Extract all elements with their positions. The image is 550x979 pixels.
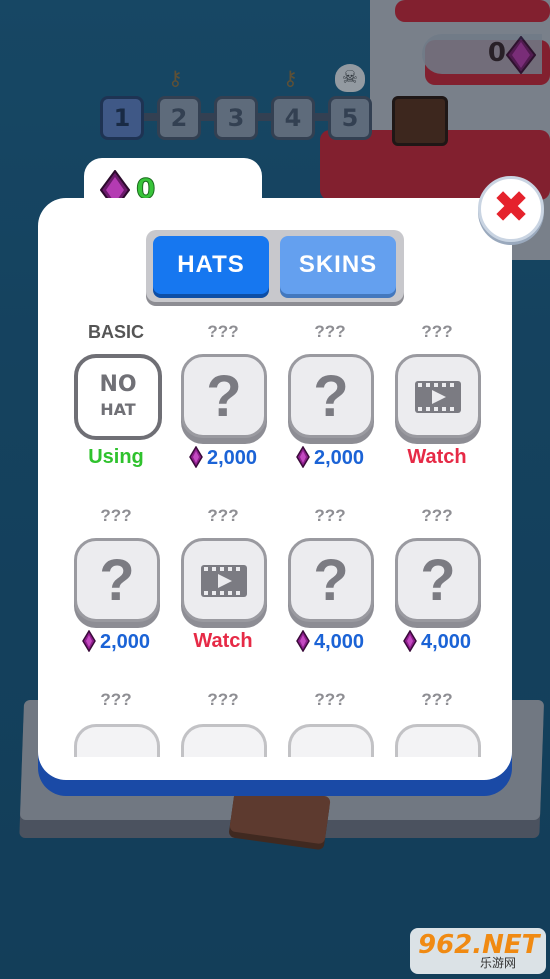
hat-item-price: 4,000: [272, 629, 388, 658]
shop-panel: HATS SKINS BASIC NO HAT Using???? 2,000???? 2…: [38, 198, 512, 780]
hat-item-box[interactable]: [395, 354, 481, 438]
gem-icon: [82, 629, 96, 658]
hat-item[interactable]: BASIC NO HAT Using: [66, 318, 166, 488]
hat-item-name: ???: [314, 322, 346, 341]
hat-item-name: ???: [314, 506, 346, 525]
hat-item[interactable]: ???: [387, 686, 487, 780]
hat-item-name: ???: [100, 690, 132, 709]
price-value: 2,000: [99, 631, 151, 653]
watermark-logo: 962.NET 乐游网: [410, 928, 546, 974]
hat-item-name: BASIC: [87, 322, 144, 342]
hat-item-name: ???: [421, 322, 453, 341]
watch-ad-label: Watch: [407, 446, 467, 468]
hat-item-name: ???: [207, 690, 239, 709]
close-icon: ✖: [492, 182, 530, 233]
watermark-text: 962.NET: [418, 930, 540, 960]
question-mark-icon: ?: [420, 548, 456, 613]
hat-item-name: ???: [100, 506, 132, 525]
hat-item[interactable]: ???? 2,000: [66, 502, 166, 672]
hat-item[interactable]: ???? 4,000: [280, 502, 380, 672]
hat-item-name: ???: [207, 506, 239, 525]
hat-item-box[interactable]: ?: [181, 354, 267, 438]
gem-icon: [296, 445, 310, 474]
video-icon: [201, 565, 247, 597]
gem-icon: [189, 445, 203, 474]
watermark-subtext: 乐游网: [480, 956, 517, 970]
tab-hats[interactable]: HATS: [153, 236, 269, 294]
shop-tabs: HATS SKINS: [146, 230, 404, 302]
question-mark-icon: ?: [206, 364, 242, 429]
price-value: 4,000: [420, 631, 472, 653]
hat-item[interactable]: ???? 2,000: [280, 318, 380, 488]
hat-item-box[interactable]: ?: [288, 354, 374, 438]
price-value: 4,000: [313, 631, 365, 653]
hat-item[interactable]: ???? 2,000: [173, 318, 273, 488]
hat-item[interactable]: ???? 4,000: [387, 502, 487, 672]
hat-item[interactable]: ???: [66, 686, 166, 780]
hat-item-box[interactable]: [181, 538, 267, 622]
price-value: 2,000: [206, 447, 258, 469]
video-icon: [415, 381, 461, 413]
hat-item-price: 2,000: [272, 445, 388, 474]
hat-item-name: ???: [207, 322, 239, 341]
no-hat-text: NO: [99, 372, 137, 397]
hat-item-price: 2,000: [165, 445, 281, 474]
hat-item[interactable]: ???: [280, 686, 380, 780]
hat-item-box[interactable]: NO HAT: [74, 354, 162, 440]
hat-item-box[interactable]: [181, 724, 267, 757]
question-mark-icon: ?: [313, 548, 349, 613]
watch-ad-label: Watch: [193, 630, 253, 652]
hat-item[interactable]: ??? Watch: [173, 502, 273, 672]
hat-item-name: ???: [421, 690, 453, 709]
hat-item-box[interactable]: [288, 724, 374, 757]
using-status: Using: [88, 446, 144, 468]
hat-item-box[interactable]: [74, 724, 160, 757]
hat-item-price: 4,000: [379, 629, 495, 658]
close-button[interactable]: ✖: [478, 176, 544, 242]
hat-item-name: ???: [314, 690, 346, 709]
hat-item-box[interactable]: ?: [288, 538, 374, 622]
hat-item-price: 2,000: [58, 629, 174, 658]
gem-icon: [296, 629, 310, 658]
hat-item-name: ???: [421, 506, 453, 525]
no-hat-text: HAT: [100, 400, 136, 419]
price-value: 2,000: [313, 447, 365, 469]
tab-skins[interactable]: SKINS: [280, 236, 396, 294]
hat-item[interactable]: ??? Watch: [387, 318, 487, 488]
hat-item-box[interactable]: ?: [74, 538, 160, 622]
play-icon: [218, 574, 232, 588]
hat-item[interactable]: ???: [173, 686, 273, 780]
question-mark-icon: ?: [313, 364, 349, 429]
hat-item-box[interactable]: [395, 724, 481, 757]
hat-item-box[interactable]: ?: [395, 538, 481, 622]
question-mark-icon: ?: [99, 548, 135, 613]
gem-icon: [403, 629, 417, 658]
play-icon: [432, 390, 446, 404]
